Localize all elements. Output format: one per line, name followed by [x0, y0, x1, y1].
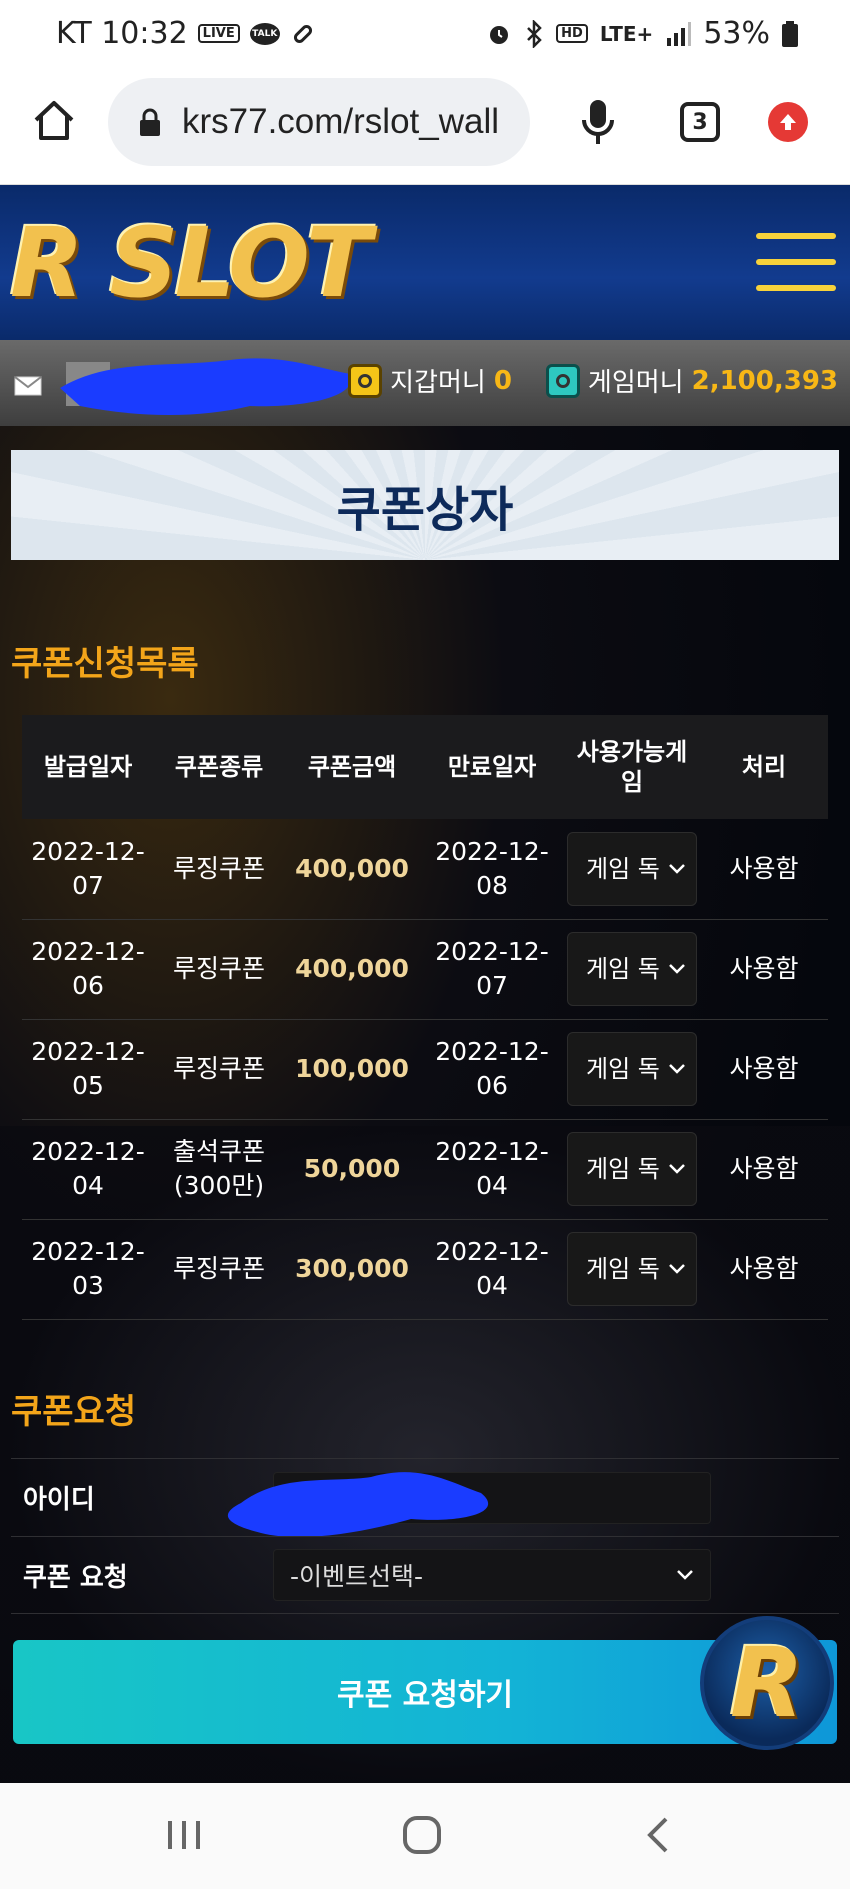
network-type: LTE+ [599, 21, 654, 46]
expire-date: 2022-12-04 [420, 1219, 564, 1320]
coupon-request-label: 쿠폰 요청 [23, 1562, 128, 1593]
table-row: 2022-12-03 루징쿠폰 300,000 2022-12-04 게임 독 … [22, 1219, 828, 1320]
game-select[interactable]: 게임 독 [567, 1032, 697, 1106]
live-score-icon: LIVE [197, 24, 240, 43]
coupon-amount: 50,000 [284, 1119, 420, 1220]
alarm-icon [490, 25, 509, 44]
coupon-status: 사용함 [700, 1119, 828, 1220]
chevron-down-icon [669, 1064, 685, 1074]
game-select[interactable]: 게임 독 [567, 1132, 697, 1206]
home-icon[interactable] [32, 98, 76, 142]
tab-switcher-button[interactable]: 3 [680, 102, 720, 142]
chevron-down-icon [677, 1570, 693, 1580]
game-select[interactable]: 게임 독 [567, 932, 697, 1006]
carrier-time: KT 10:32 [56, 16, 188, 51]
coupon-type: 루징쿠폰 [154, 1019, 284, 1120]
home-nav-icon[interactable] [398, 1813, 446, 1857]
coupon-table: 발급일자 쿠폰종류 쿠폰금액 만료일자 사용가능게임 처리 2022-12-07… [22, 715, 828, 1320]
coupon-status: 사용함 [700, 819, 828, 920]
header-type: 쿠폰종류 [154, 715, 284, 819]
header-game: 사용가능게임 [564, 715, 700, 819]
header-amount: 쿠폰금액 [284, 715, 420, 819]
back-icon[interactable] [636, 1813, 684, 1857]
header-expires: 만료일자 [420, 715, 564, 819]
update-icon[interactable] [768, 102, 808, 142]
site-logo[interactable]: R SLOT [10, 213, 371, 313]
url-text: krs77.com/rslot_wall [182, 102, 500, 141]
talk-icon: TALK [249, 22, 280, 45]
game-money-label: 게임머니 [587, 368, 684, 398]
game-select[interactable]: 게임 독 [567, 831, 697, 906]
microphone-icon[interactable] [580, 98, 616, 146]
coupon-status: 사용함 [700, 1019, 828, 1120]
expire-date: 2022-12-07 [420, 919, 564, 1020]
coupon-amount: 400,000 [284, 919, 420, 1020]
expire-date: 2022-12-08 [420, 819, 564, 920]
chevron-down-icon [669, 964, 685, 974]
coupon-amount: 300,000 [284, 1219, 420, 1320]
browser-toolbar: krs77.com/rslot_wall 3 [0, 70, 850, 185]
expire-date: 2022-12-06 [420, 1019, 564, 1120]
event-select[interactable]: -이벤트선택- [273, 1549, 711, 1601]
game-money-value: 2,100,393 [691, 365, 838, 396]
coupon-request-title: 쿠폰요청 [11, 1392, 137, 1432]
header-status: 처리 [700, 715, 828, 819]
issued-date: 2022-12-04 [22, 1119, 154, 1220]
battery-icon [782, 20, 798, 47]
coupon-amount: 100,000 [284, 1019, 420, 1120]
coupon-status: 사용함 [700, 919, 828, 1020]
coupon-type: 루징쿠폰 [154, 1219, 284, 1320]
signal-icon [667, 21, 692, 46]
page-title: 쿠폰상자 [336, 482, 514, 538]
lock-icon [140, 108, 160, 136]
chevron-down-icon [669, 1164, 685, 1174]
bluetooth-icon [527, 19, 542, 48]
issued-date: 2022-12-06 [22, 919, 154, 1020]
table-row: 2022-12-05 루징쿠폰 100,000 2022-12-06 게임 독 … [22, 1019, 828, 1120]
issued-date: 2022-12-07 [22, 819, 154, 920]
menu-icon[interactable] [756, 233, 836, 291]
mail-icon[interactable] [14, 376, 42, 396]
r-badge-icon[interactable]: R [700, 1616, 834, 1750]
wallet-label: 지갑머니 [390, 368, 486, 398]
coupon-request-form: 아이디 쿠폰 요청 -이벤트선택- [11, 1458, 839, 1614]
wallet-icon [348, 363, 383, 398]
coupon-type: 루징쿠폰 [154, 919, 284, 1020]
coupon-type: 루징쿠폰 [154, 819, 284, 920]
game-select[interactable]: 게임 독 [567, 1232, 697, 1306]
safe-icon [545, 363, 580, 398]
site-header: R SLOT [0, 185, 850, 340]
table-row: 2022-12-06 루징쿠폰 400,000 2022-12-07 게임 독 … [22, 919, 828, 1020]
link-icon [293, 24, 312, 43]
status-bar: KT 10:32 LIVE TALK HD LTE+ 53% [0, 0, 850, 70]
redacted-username [60, 358, 352, 415]
address-bar[interactable]: krs77.com/rslot_wall [108, 78, 530, 166]
wallet-bar: 지갑머니 0 게임머니 2,100,393 [0, 340, 850, 426]
coupon-list-title: 쿠폰신청목록 [11, 644, 199, 684]
money-summary: 지갑머니 0 게임머니 2,100,393 [348, 362, 838, 399]
table-row: 2022-12-04 출석쿠폰(300만) 50,000 2022-12-04 … [22, 1119, 828, 1220]
system-nav-bar [0, 1783, 850, 1889]
issued-date: 2022-12-05 [22, 1019, 154, 1120]
coupon-status: 사용함 [700, 1219, 828, 1320]
chevron-down-icon [669, 1264, 685, 1274]
page-title-banner: 쿠폰상자 [11, 450, 839, 560]
wallet-value: 0 [493, 365, 512, 396]
coupon-type: 출석쿠폰(300만) [154, 1119, 284, 1220]
header-issued: 발급일자 [22, 715, 154, 819]
issued-date: 2022-12-03 [22, 1219, 154, 1320]
recent-apps-icon[interactable] [160, 1813, 208, 1857]
table-row: 2022-12-07 루징쿠폰 400,000 2022-12-08 게임 독 … [22, 819, 828, 920]
coupon-amount: 400,000 [284, 819, 420, 920]
battery-percent: 53% [703, 16, 770, 51]
main-content: 쿠폰상자 쿠폰신청목록 발급일자 쿠폰종류 쿠폰금액 만료일자 사용가능게임 처… [0, 426, 850, 1783]
chevron-down-icon [669, 863, 685, 874]
expire-date: 2022-12-04 [420, 1119, 564, 1220]
hd-icon: HD [556, 24, 588, 43]
